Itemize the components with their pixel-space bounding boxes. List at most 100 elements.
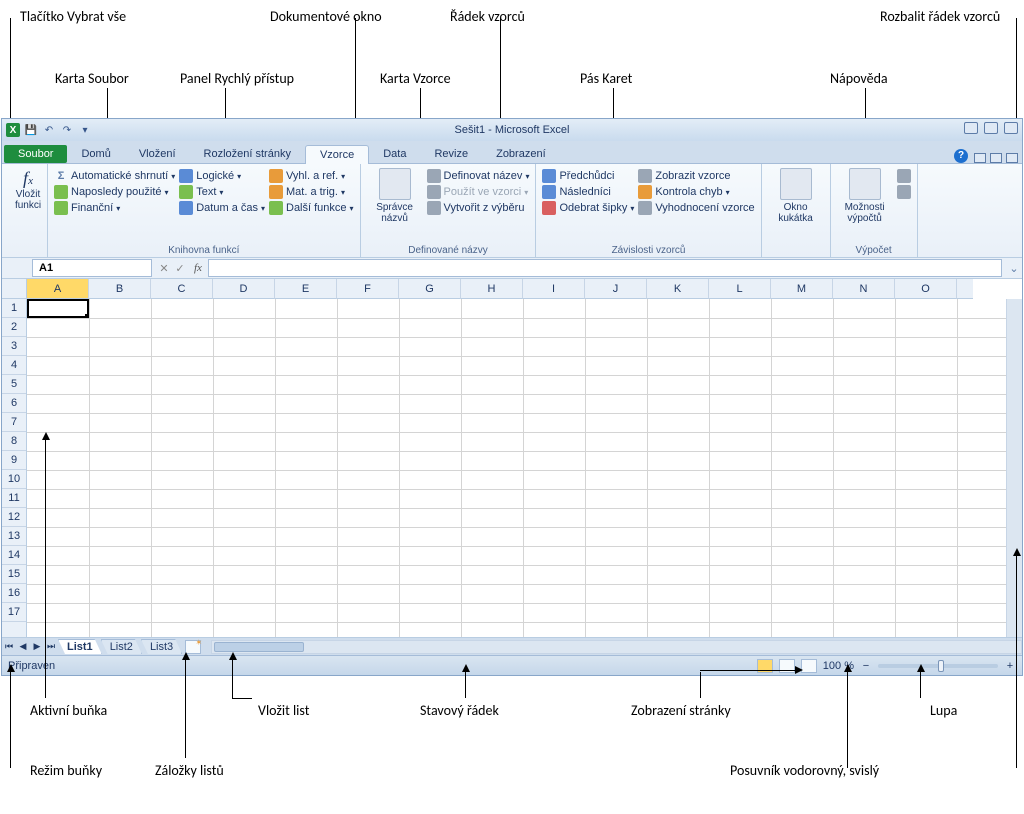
sheet-nav-next[interactable]: ▶ xyxy=(30,641,44,652)
define-name-button[interactable]: Definovat název xyxy=(427,168,530,184)
col-header-K[interactable]: K xyxy=(647,279,709,299)
col-header-C[interactable]: C xyxy=(151,279,213,299)
row-header-16[interactable]: 16 xyxy=(2,584,26,603)
view-page-break-button[interactable] xyxy=(801,659,817,673)
row-header-12[interactable]: 12 xyxy=(2,508,26,527)
autosum-button[interactable]: ΣAutomatické shrnutí xyxy=(54,168,175,184)
calc-sheet-button[interactable] xyxy=(897,184,911,200)
remove-arrows-button[interactable]: Odebrat šipky xyxy=(542,200,634,216)
row-header-17[interactable]: 17 xyxy=(2,603,26,622)
tab-view[interactable]: Zobrazení xyxy=(482,145,560,163)
col-header-L[interactable]: L xyxy=(709,279,771,299)
tab-layout[interactable]: Rozložení stránky xyxy=(190,145,305,163)
name-manager-button[interactable]: Správce názvů xyxy=(367,168,423,224)
watch-window-button[interactable]: Okno kukátka xyxy=(768,168,824,224)
lookup-button[interactable]: Vyhl. a ref. xyxy=(269,168,354,184)
more-button[interactable]: Další funkce xyxy=(269,200,354,216)
view-normal-button[interactable] xyxy=(757,659,773,673)
sheet-nav-first[interactable]: ⏮ xyxy=(2,641,16,652)
col-header-A[interactable]: A xyxy=(27,279,89,299)
view-page-layout-button[interactable] xyxy=(779,659,795,673)
calc-now-button[interactable] xyxy=(897,168,911,184)
col-header-F[interactable]: F xyxy=(337,279,399,299)
zoom-out-button[interactable]: − xyxy=(860,660,872,672)
financial-button[interactable]: Finanční xyxy=(54,200,175,216)
calc-options-button[interactable]: Možnosti výpočtů xyxy=(837,168,893,224)
col-header-G[interactable]: G xyxy=(399,279,461,299)
name-box[interactable]: A1 xyxy=(32,259,152,277)
close-button[interactable] xyxy=(1004,122,1018,134)
recent-button[interactable]: Naposledy použité xyxy=(54,184,175,200)
row-header-8[interactable]: 8 xyxy=(2,432,26,451)
tab-review[interactable]: Revize xyxy=(420,145,482,163)
row-header-6[interactable]: 6 xyxy=(2,394,26,413)
col-header-E[interactable]: E xyxy=(275,279,337,299)
error-check-button[interactable]: Kontrola chyb xyxy=(638,184,754,200)
redo-icon[interactable]: ↷ xyxy=(60,123,74,137)
save-icon[interactable]: 💾 xyxy=(24,123,38,137)
col-header-J[interactable]: J xyxy=(585,279,647,299)
trace-dependents-button[interactable]: Následníci xyxy=(542,184,634,200)
doc-close-button[interactable] xyxy=(1006,153,1018,163)
tab-data[interactable]: Data xyxy=(369,145,420,163)
row-header-13[interactable]: 13 xyxy=(2,527,26,546)
tab-home[interactable]: Domů xyxy=(67,145,124,163)
row-header-9[interactable]: 9 xyxy=(2,451,26,470)
active-cell-a1[interactable] xyxy=(27,299,89,318)
evaluate-formula-button[interactable]: Vyhodnocení vzorce xyxy=(638,200,754,216)
row-header-3[interactable]: 3 xyxy=(2,337,26,356)
col-header-B[interactable]: B xyxy=(89,279,151,299)
row-header-10[interactable]: 10 xyxy=(2,470,26,489)
sheet-tab-1[interactable]: List1 xyxy=(58,639,102,654)
show-formulas-button[interactable]: Zobrazit vzorce xyxy=(638,168,754,184)
maximize-button[interactable] xyxy=(984,122,998,134)
tab-file[interactable]: Soubor xyxy=(4,145,67,163)
logical-button[interactable]: Logické xyxy=(179,168,265,184)
col-header-N[interactable]: N xyxy=(833,279,895,299)
zoom-in-button[interactable]: + xyxy=(1004,660,1016,672)
row-header-2[interactable]: 2 xyxy=(2,318,26,337)
row-header-7[interactable]: 7 xyxy=(2,413,26,432)
doc-minimize-button[interactable] xyxy=(974,153,986,163)
row-header-5[interactable]: 5 xyxy=(2,375,26,394)
help-icon[interactable]: ? xyxy=(954,149,968,163)
col-header-M[interactable]: M xyxy=(771,279,833,299)
sheet-tab-2[interactable]: List2 xyxy=(101,639,142,654)
text-button[interactable]: Text xyxy=(179,184,265,200)
row-header-14[interactable]: 14 xyxy=(2,546,26,565)
trace-precedents-button[interactable]: Předchůdci xyxy=(542,168,634,184)
formula-input[interactable] xyxy=(208,259,1002,277)
math-button[interactable]: Mat. a trig. xyxy=(269,184,354,200)
qat-dropdown-icon[interactable]: ▾ xyxy=(78,123,92,137)
col-header-H[interactable]: H xyxy=(461,279,523,299)
horizontal-scrollbar[interactable] xyxy=(211,640,1022,654)
insert-sheet-button[interactable] xyxy=(185,640,201,654)
sheet-tab-3[interactable]: List3 xyxy=(141,639,182,654)
tab-insert[interactable]: Vložení xyxy=(125,145,190,163)
col-header-D[interactable]: D xyxy=(213,279,275,299)
minimize-button[interactable] xyxy=(964,122,978,134)
undo-icon[interactable]: ↶ xyxy=(42,123,56,137)
fx-icon[interactable]: fx xyxy=(194,262,202,274)
row-header-15[interactable]: 15 xyxy=(2,565,26,584)
zoom-level[interactable]: 100 % xyxy=(823,660,854,672)
doc-restore-button[interactable] xyxy=(990,153,1002,163)
tab-formulas[interactable]: Vzorce xyxy=(305,145,369,164)
row-header-1[interactable]: 1 xyxy=(2,299,26,318)
cancel-icon[interactable]: ✕ xyxy=(156,262,172,275)
row-header-4[interactable]: 4 xyxy=(2,356,26,375)
enter-icon[interactable]: ✓ xyxy=(172,262,188,275)
zoom-slider[interactable] xyxy=(878,664,998,668)
use-in-formula-button[interactable]: Použít ve vzorci xyxy=(427,184,530,200)
sheet-nav-last[interactable]: ⏭ xyxy=(44,641,58,652)
vertical-scrollbar[interactable] xyxy=(1006,299,1022,637)
select-all-button[interactable] xyxy=(2,279,27,299)
datetime-button[interactable]: Datum a čas xyxy=(179,200,265,216)
col-header-I[interactable]: I xyxy=(523,279,585,299)
expand-formula-bar-button[interactable]: ⌄ xyxy=(1006,262,1022,275)
create-from-selection-button[interactable]: Vytvořit z výběru xyxy=(427,200,530,216)
sheet-nav-prev[interactable]: ◀ xyxy=(16,641,30,652)
spreadsheet-grid[interactable] xyxy=(27,299,1006,637)
insert-function-button[interactable]: fx Vložit funkci xyxy=(8,168,48,211)
col-header-O[interactable]: O xyxy=(895,279,957,299)
